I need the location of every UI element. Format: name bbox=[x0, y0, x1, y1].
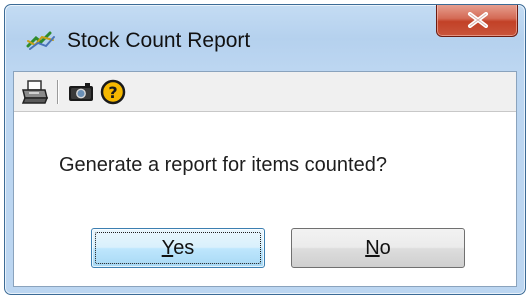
close-button[interactable] bbox=[436, 5, 518, 37]
dialog-message: Generate a report for items counted? bbox=[59, 154, 387, 176]
print-icon[interactable] bbox=[20, 78, 50, 106]
svg-text:?: ? bbox=[108, 83, 117, 102]
no-accelerator: N bbox=[365, 237, 380, 259]
no-button[interactable]: No bbox=[291, 228, 465, 268]
toolbar: ? bbox=[14, 72, 516, 112]
toolbar-separator bbox=[57, 80, 59, 104]
close-icon bbox=[468, 12, 488, 28]
yes-button[interactable]: Yes bbox=[91, 228, 265, 268]
camera-icon[interactable] bbox=[66, 78, 96, 106]
no-button-label: o bbox=[379, 237, 391, 259]
focus-indicator bbox=[95, 232, 261, 264]
help-icon[interactable]: ? bbox=[98, 78, 128, 106]
window-title: Stock Count Report bbox=[67, 29, 251, 52]
stock-count-dialog-window: Stock Count Report ? Generate a report f… bbox=[4, 4, 526, 295]
stock-count-app-icon bbox=[26, 28, 56, 52]
title-bar[interactable]: Stock Count Report bbox=[5, 5, 525, 71]
